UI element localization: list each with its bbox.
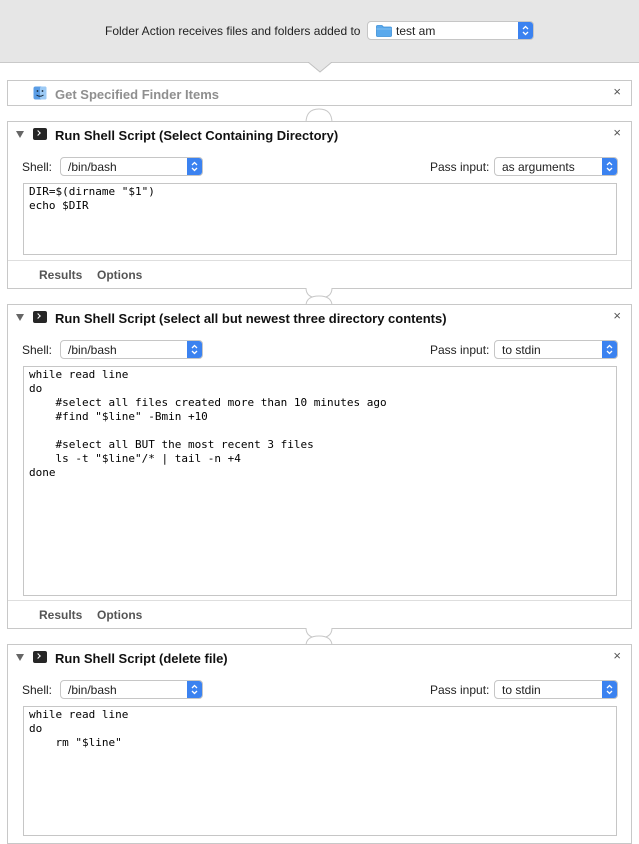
folder-select-value: test am — [396, 24, 436, 38]
shell-select[interactable]: /bin/bash — [60, 680, 203, 699]
folder-icon — [376, 25, 392, 37]
action-delete-file: Run Shell Script (delete file) × Shell: … — [7, 644, 632, 844]
shell-select-value: /bin/bash — [68, 160, 117, 174]
close-icon[interactable]: × — [613, 648, 621, 663]
pass-input-select-value: to stdin — [502, 343, 541, 357]
action-footer: Results Options — [8, 260, 631, 288]
pass-input-select[interactable]: to stdin — [494, 340, 618, 359]
pass-input-select-value: to stdin — [502, 683, 541, 697]
action-title-row[interactable]: Run Shell Script (Select Containing Dire… — [8, 122, 631, 148]
action-title: Get Specified Finder Items — [55, 87, 219, 102]
close-icon[interactable]: × — [613, 125, 621, 140]
action-title-row[interactable]: Run Shell Script (select all but newest … — [8, 305, 631, 331]
results-tab[interactable]: Results — [39, 268, 82, 282]
action-footer: Results Options — [8, 600, 631, 628]
close-icon[interactable]: × — [613, 308, 621, 323]
folder-select[interactable]: test am — [367, 21, 534, 40]
action-title: Run Shell Script (delete file) — [55, 651, 228, 666]
disclosure-triangle-icon[interactable] — [16, 654, 24, 661]
options-tab[interactable]: Options — [97, 608, 142, 622]
shell-label: Shell: — [22, 343, 53, 357]
shell-select[interactable]: /bin/bash — [60, 340, 203, 359]
pass-input-label: Pass input: — [430, 160, 490, 174]
disclosure-triangle-icon[interactable] — [16, 314, 24, 321]
workflow-header: Folder Action receives files and folders… — [0, 0, 639, 63]
action-title-row[interactable]: Get Specified Finder Items × — [8, 81, 631, 107]
terminal-icon — [33, 311, 47, 323]
action-title: Run Shell Script (select all but newest … — [55, 311, 447, 326]
action-select-all-but-newest-three: Run Shell Script (select all but newest … — [7, 304, 632, 629]
script-editor[interactable]: while read line do rm "$line" — [23, 706, 617, 836]
close-icon[interactable]: × — [613, 84, 621, 99]
action-get-finder-items: Get Specified Finder Items × — [7, 80, 632, 106]
shell-select-value: /bin/bash — [68, 343, 117, 357]
workflow-area: Get Specified Finder Items × Run Shell S… — [7, 80, 632, 844]
chevron-updown-icon — [187, 681, 202, 698]
finder-icon — [33, 86, 47, 100]
pass-input-label: Pass input: — [430, 343, 490, 357]
shell-label: Shell: — [22, 683, 53, 697]
header-label: Folder Action receives files and folders… — [105, 24, 361, 38]
pass-input-select[interactable]: to stdin — [494, 680, 618, 699]
results-tab[interactable]: Results — [39, 608, 82, 622]
shell-select-value: /bin/bash — [68, 683, 117, 697]
terminal-icon — [33, 128, 47, 140]
pass-input-label: Pass input: — [430, 683, 490, 697]
disclosure-triangle-icon[interactable] — [16, 131, 24, 138]
script-editor[interactable]: while read line do #select all files cre… — [23, 366, 617, 596]
terminal-icon — [33, 651, 47, 663]
shell-label: Shell: — [22, 160, 53, 174]
chevron-updown-icon — [602, 341, 617, 358]
chevron-updown-icon — [187, 158, 202, 175]
chevron-updown-icon — [187, 341, 202, 358]
pass-input-select-value: as arguments — [502, 160, 575, 174]
header-notch — [308, 62, 332, 73]
chevron-updown-icon — [602, 681, 617, 698]
action-select-containing-directory: Run Shell Script (Select Containing Dire… — [7, 121, 632, 289]
action-title: Run Shell Script (Select Containing Dire… — [55, 128, 339, 143]
chevron-updown-icon — [602, 158, 617, 175]
script-editor[interactable]: DIR=$(dirname "$1") echo $DIR — [23, 183, 617, 255]
options-tab[interactable]: Options — [97, 268, 142, 282]
chevron-updown-icon — [518, 22, 533, 39]
pass-input-select[interactable]: as arguments — [494, 157, 618, 176]
action-title-row[interactable]: Run Shell Script (delete file) × — [8, 645, 631, 671]
shell-select[interactable]: /bin/bash — [60, 157, 203, 176]
